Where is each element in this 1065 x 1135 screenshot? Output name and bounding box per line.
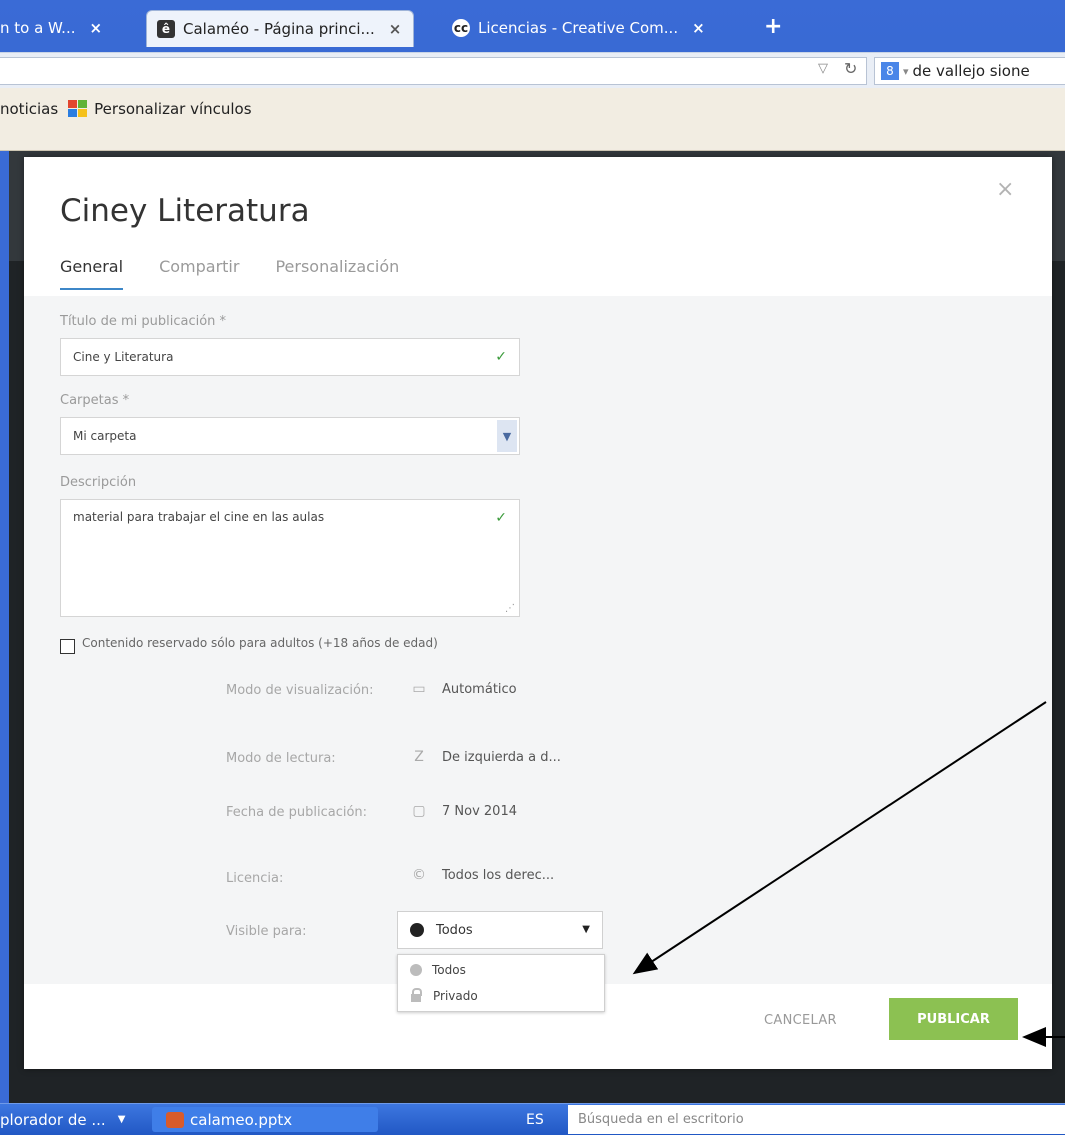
- adult-content-label: Contenido reservado sólo para adultos (+…: [82, 636, 438, 650]
- folders-label: Carpetas *: [60, 393, 130, 408]
- visibility-dropdown: Todos Privado: [397, 954, 605, 1012]
- title-input[interactable]: Cine y Literatura ✓: [60, 338, 520, 376]
- creative-commons-icon: cc: [452, 19, 470, 37]
- reading-mode-text: De izquierda a d...: [442, 749, 561, 765]
- bookmark-personalizar[interactable]: Personalizar vínculos: [94, 100, 251, 118]
- tab-compartir[interactable]: Compartir: [159, 257, 239, 290]
- close-icon[interactable]: ×: [389, 20, 402, 38]
- calendar-icon: ▢: [412, 803, 426, 819]
- tab-windows[interactable]: n to a W... ×: [0, 10, 102, 46]
- new-tab-button[interactable]: +: [764, 14, 782, 39]
- tab-label: Calaméo - Página princi...: [183, 20, 375, 38]
- bookmark-noticias[interactable]: noticias: [0, 100, 58, 118]
- description-value: material para trabajar el cine en las au…: [73, 510, 325, 524]
- publish-dialog: × Ciney Literatura General Compartir Per…: [24, 157, 1052, 1069]
- folders-value: Mi carpeta: [73, 429, 137, 443]
- display-mode-text: Automático: [442, 681, 517, 697]
- option-todos[interactable]: Todos: [398, 957, 604, 983]
- close-icon[interactable]: ×: [996, 177, 1014, 202]
- check-icon: ✓: [495, 510, 507, 526]
- adult-content-checkbox[interactable]: [60, 639, 75, 654]
- chevron-down-icon[interactable]: ▼: [118, 1114, 126, 1125]
- option-label: Todos: [432, 963, 466, 977]
- license-text: Todos los derec...: [442, 867, 555, 883]
- cancel-button[interactable]: CANCELAR: [764, 1013, 837, 1028]
- display-mode-value[interactable]: ▭ Automático: [410, 681, 517, 697]
- desktop-search-placeholder: Búsqueda en el escritorio: [578, 1112, 744, 1127]
- globe-icon: [410, 964, 422, 976]
- publish-button[interactable]: PUBLICAR: [889, 998, 1018, 1040]
- reading-direction-icon: Z: [414, 749, 424, 765]
- navigation-bar: ▽ ↻ 8 ▾ de vallejo sione: [0, 52, 1065, 89]
- language-indicator[interactable]: ES: [526, 1112, 544, 1128]
- pub-date-label: Fecha de publicación:: [226, 805, 368, 820]
- dialog-title: Ciney Literatura: [60, 193, 310, 229]
- title-label: Título de mi publicación *: [60, 314, 227, 329]
- powerpoint-icon: [166, 1111, 184, 1128]
- taskbar: plorador de ... ▼ calameo.pptx ES Búsque…: [0, 1103, 1065, 1135]
- chevron-down-icon[interactable]: ▾: [903, 65, 909, 78]
- taskbar-explorer[interactable]: plorador de ... ▼: [0, 1107, 150, 1132]
- title-value: Cine y Literatura: [73, 350, 174, 364]
- bookmarks-bar: noticias Personalizar vínculos: [0, 88, 1065, 151]
- tab-calameo[interactable]: ê Calaméo - Página princi... ×: [146, 10, 415, 47]
- copyright-icon: ©: [412, 867, 426, 883]
- visibility-select[interactable]: Todos ▼: [397, 911, 603, 949]
- taskbar-ppt-label: calameo.pptx: [190, 1110, 293, 1129]
- calameo-favicon-icon: ê: [157, 20, 175, 38]
- monitor-icon: ▭: [412, 681, 426, 697]
- license-label: Licencia:: [226, 871, 284, 886]
- window-border: [0, 151, 9, 1103]
- desktop-search-input[interactable]: Búsqueda en el escritorio: [568, 1105, 1065, 1134]
- pub-date-value[interactable]: ▢ 7 Nov 2014: [410, 803, 517, 819]
- globe-icon: [410, 923, 424, 937]
- bookmarks-row: noticias Personalizar vínculos: [0, 100, 252, 118]
- option-label: Privado: [433, 989, 478, 1003]
- taskbar-powerpoint[interactable]: calameo.pptx: [152, 1107, 378, 1132]
- url-input[interactable]: [0, 57, 867, 85]
- search-input[interactable]: 8 ▾ de vallejo sione: [874, 57, 1065, 85]
- windows-flag-icon: [68, 100, 88, 118]
- check-icon: ✓: [495, 349, 507, 365]
- tab-personalizacion[interactable]: Personalización: [275, 257, 399, 290]
- display-mode-label: Modo de visualización:: [226, 683, 374, 698]
- option-privado[interactable]: Privado: [398, 983, 604, 1009]
- reload-icon[interactable]: ↻: [844, 59, 857, 78]
- folders-select[interactable]: Mi carpeta ▼: [60, 417, 520, 455]
- tab-general[interactable]: General: [60, 257, 124, 290]
- close-icon[interactable]: ×: [692, 19, 705, 37]
- resize-handle-icon[interactable]: ⋰: [505, 603, 515, 614]
- visible-label: Visible para:: [226, 924, 307, 939]
- lock-icon: [411, 988, 422, 1002]
- pub-date-text: 7 Nov 2014: [442, 803, 517, 819]
- visibility-value: Todos: [436, 922, 473, 938]
- google-icon[interactable]: 8: [881, 62, 899, 80]
- tab-label: Licencias - Creative Com...: [478, 19, 679, 37]
- tab-licencias[interactable]: cc Licencias - Creative Com... ×: [452, 10, 705, 46]
- reading-mode-label: Modo de lectura:: [226, 751, 336, 766]
- description-label: Descripción: [60, 475, 137, 490]
- taskbar-explorer-label: plorador de ...: [0, 1110, 106, 1129]
- chevron-down-icon[interactable]: ▼: [497, 420, 517, 452]
- dialog-tabs: General Compartir Personalización: [60, 257, 435, 290]
- description-textarea[interactable]: material para trabajar el cine en las au…: [60, 499, 520, 617]
- license-value[interactable]: © Todos los derec...: [410, 867, 554, 883]
- caret-down-icon: ▼: [582, 924, 590, 935]
- dropdown-arrow-icon[interactable]: ▽: [818, 61, 828, 76]
- close-icon[interactable]: ×: [89, 19, 102, 37]
- search-text: de vallejo sione: [912, 62, 1030, 80]
- tab-label: n to a W...: [0, 19, 76, 37]
- tab-bar: n to a W... × ê Calaméo - Página princi.…: [0, 0, 1065, 52]
- reading-mode-value[interactable]: Z De izquierda a d...: [410, 749, 561, 765]
